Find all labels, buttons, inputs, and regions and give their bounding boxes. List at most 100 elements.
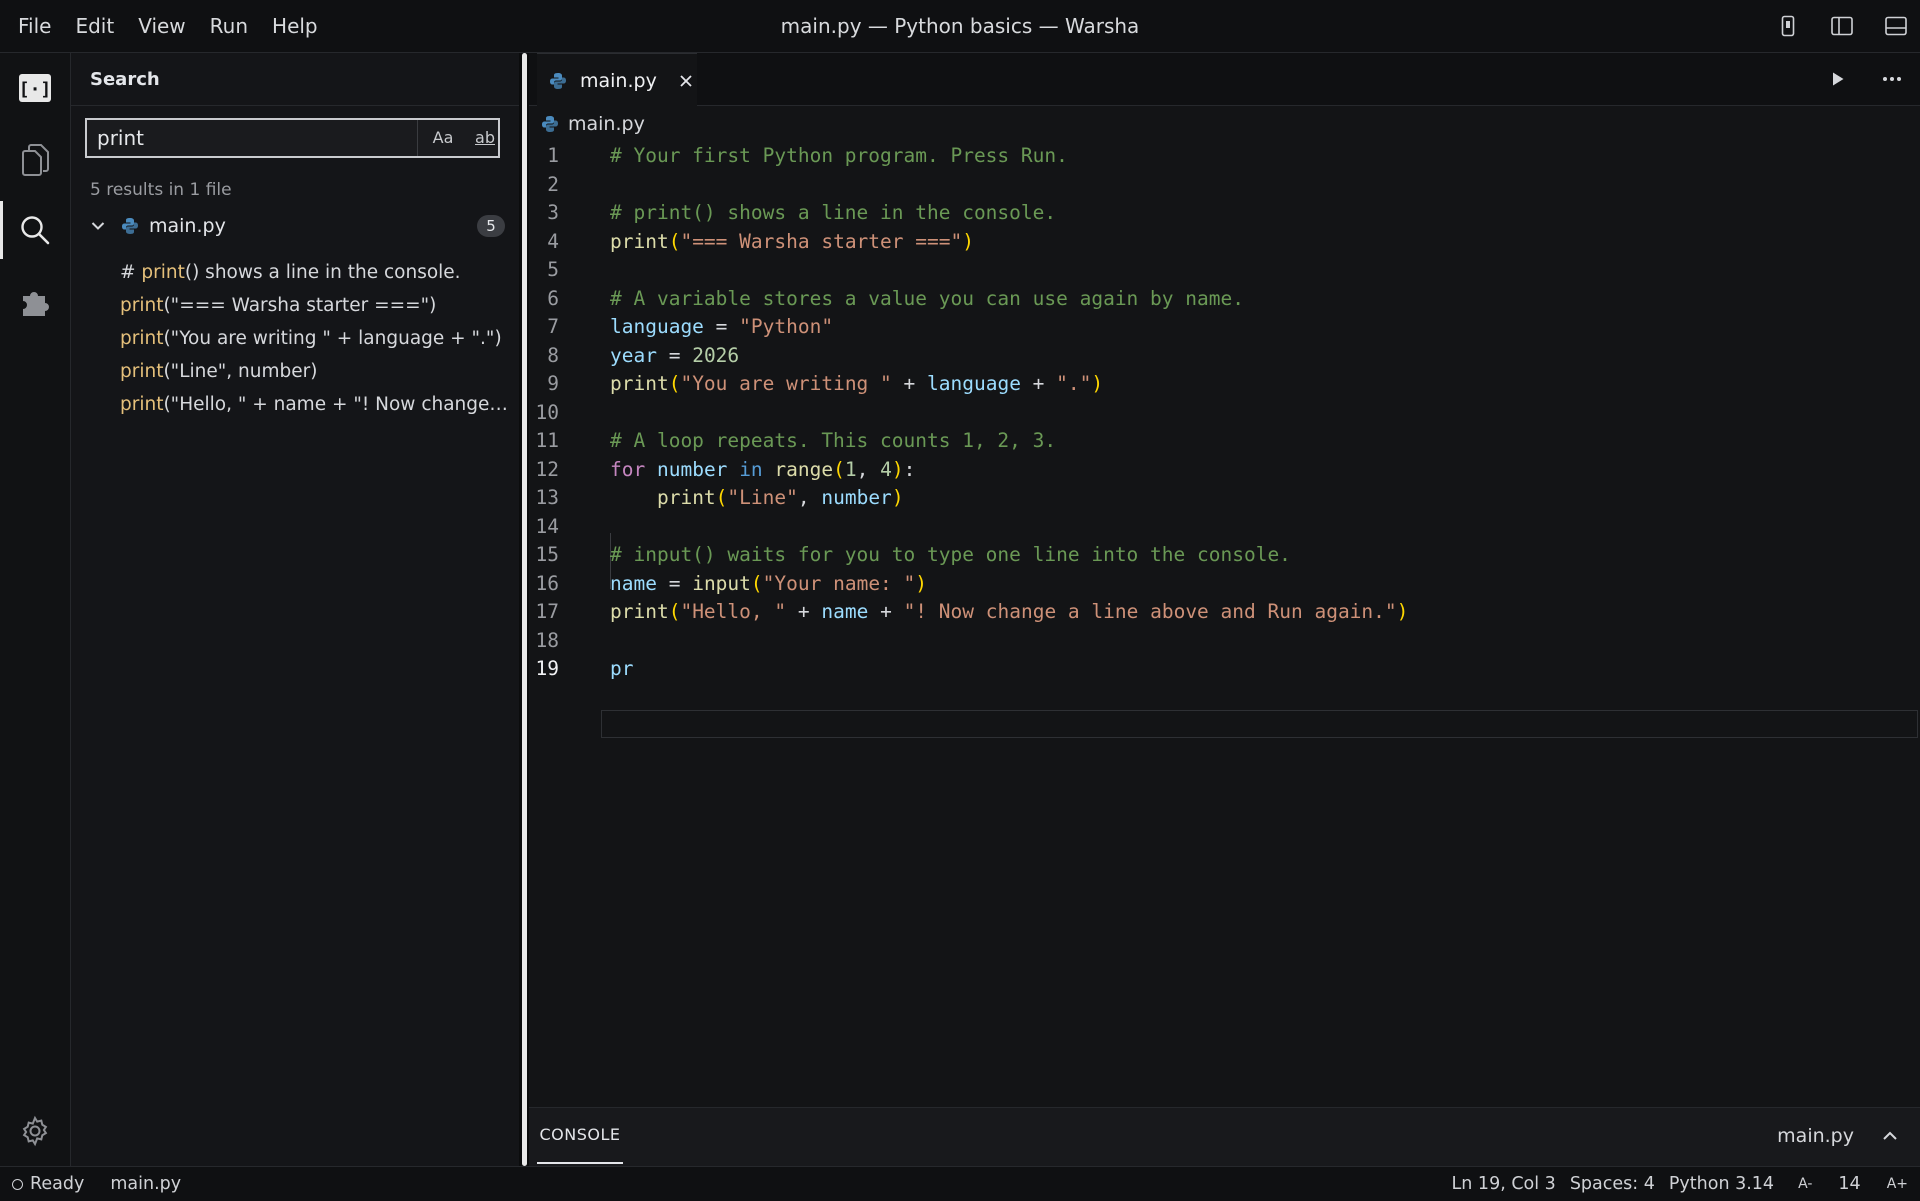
code-token: ( — [715, 486, 728, 509]
search-sidebar: Search Aa ab 5 results in 1 file main.py… — [71, 53, 519, 1166]
font-decrease-button[interactable]: A- — [1798, 1176, 1812, 1192]
explorer-button[interactable] — [0, 125, 70, 195]
code-text: print("Line", number) — [610, 484, 904, 513]
code-line[interactable]: 2 — [529, 171, 1920, 200]
brand-logo-button[interactable]: [·] — [0, 53, 70, 123]
cursor-position[interactable]: Ln 19, Col 3 — [1452, 1174, 1556, 1194]
breadcrumb[interactable]: main.py — [537, 109, 645, 139]
sidebar-title: Search — [90, 69, 160, 90]
activity-bar: [·] — [0, 53, 71, 1166]
code-text: # print() shows a line in the console. — [610, 199, 1056, 228]
menu-edit[interactable]: Edit — [63, 14, 126, 38]
code-text: name = input("Your name: ") — [610, 570, 927, 599]
match-text-after: ("=== Warsha starter ===") — [163, 295, 437, 316]
code-line[interactable]: 4 print("=== Warsha starter ===") — [529, 228, 1920, 257]
panel-layout-icon — [1885, 16, 1907, 36]
code-line[interactable]: 3 # print() shows a line in the console. — [529, 199, 1920, 228]
code-token: language — [927, 372, 1021, 395]
code-token: name — [821, 600, 869, 623]
language-version[interactable]: Python 3.14 — [1669, 1174, 1774, 1194]
results-summary: 5 results in 1 file — [90, 180, 232, 200]
code-line[interactable]: 9 print("You are writing " + language + "… — [529, 370, 1920, 399]
settings-button[interactable] — [0, 1096, 70, 1166]
status-left: Ready main.py — [12, 1167, 181, 1201]
code-line[interactable]: 5 — [529, 256, 1920, 285]
line-number: 3 — [547, 201, 559, 224]
indentation-setting[interactable]: Spaces: 4 — [1570, 1174, 1655, 1194]
code-token: , — [856, 457, 881, 481]
menu-help[interactable]: Help — [260, 14, 330, 38]
search-result-item[interactable]: # print() shows a line in the console. — [120, 258, 512, 288]
tab-main-py[interactable]: main.py — [537, 53, 697, 107]
code-token: "=== Warsha starter ===" — [680, 229, 963, 253]
font-increase-button[interactable]: A+ — [1887, 1176, 1908, 1192]
code-line[interactable]: 17 print("Hello, " + name + "! Now change… — [529, 598, 1920, 627]
code-line[interactable]: 6 # A variable stores a value you can use… — [529, 285, 1920, 314]
match-text-after: ("Line", number) — [163, 361, 318, 382]
search-result-item[interactable]: print("Line", number) — [120, 357, 512, 387]
code-line[interactable]: 1 # Your first Python program. Press Run. — [529, 142, 1920, 171]
result-file-row[interactable]: main.py 5 — [85, 211, 505, 241]
match-case-toggle[interactable]: Aa — [423, 120, 463, 156]
chevron-down-icon[interactable] — [87, 215, 109, 237]
svg-text:[·]: [·] — [19, 79, 52, 100]
code-text: # A variable stores a value you can use … — [610, 285, 1244, 314]
current-line-highlight — [601, 710, 1918, 738]
menu-run[interactable]: Run — [198, 14, 260, 38]
code-token: + — [868, 600, 904, 623]
code-line[interactable]: 13 print("Line", number) — [529, 484, 1920, 513]
run-button[interactable] — [1824, 65, 1852, 93]
code-token: ( — [750, 571, 763, 595]
sidebar-resize-handle[interactable] — [522, 53, 527, 1166]
search-view-button[interactable] — [0, 195, 70, 265]
code-token: print — [610, 372, 669, 395]
code-token: = — [703, 315, 740, 338]
files-icon — [22, 144, 49, 176]
code-line[interactable]: 18 — [529, 627, 1920, 656]
code-token: ( — [668, 372, 681, 395]
console-file-label: main.py — [1777, 1125, 1854, 1147]
code-line[interactable]: 19 pr — [529, 655, 1920, 684]
menu-file[interactable]: File — [6, 14, 63, 38]
result-file-name: main.py — [149, 215, 226, 237]
code-token: in — [739, 457, 763, 481]
phone-preview-button[interactable] — [1774, 12, 1802, 40]
code-line[interactable]: 11 # A loop repeats. This counts 1, 2, 3. — [529, 427, 1920, 456]
line-number: 16 — [535, 571, 559, 595]
search-input[interactable] — [87, 120, 418, 156]
toggle-panel-button[interactable] — [1882, 12, 1910, 40]
chevron-up-icon[interactable] — [1878, 1124, 1902, 1148]
search-result-item[interactable]: print("You are writing " + language + ".… — [120, 324, 512, 354]
code-line[interactable]: 8 year = 2026 — [529, 342, 1920, 371]
play-icon — [1833, 72, 1844, 86]
code-line[interactable]: 7 language = "Python" — [529, 313, 1920, 342]
code-line[interactable]: 10 — [529, 399, 1920, 428]
status-file[interactable]: main.py — [110, 1174, 181, 1194]
tab-console[interactable]: CONSOLE — [537, 1108, 623, 1164]
code-token: name — [610, 571, 657, 595]
code-token: print — [610, 600, 669, 623]
toggle-sidebar-button[interactable] — [1828, 12, 1856, 40]
close-icon[interactable] — [677, 72, 695, 90]
code-token: ) — [915, 571, 928, 595]
more-actions-button[interactable] — [1878, 65, 1906, 93]
search-result-item[interactable]: print("Hello, " + name + "! Now change a… — [120, 390, 512, 420]
code-token: input — [692, 571, 751, 595]
ellipsis-icon — [1883, 77, 1901, 81]
match-highlight: print — [141, 262, 185, 283]
match-highlight: print — [120, 361, 164, 382]
code-token: ( — [833, 457, 845, 481]
extensions-button[interactable] — [0, 267, 70, 337]
whole-word-toggle[interactable]: ab — [465, 120, 505, 156]
code-line[interactable]: 14 — [529, 513, 1920, 542]
code-line[interactable]: 15 # input() waits for you to type one li… — [529, 541, 1920, 570]
code-line[interactable]: 12 for number in range(1, 4): — [529, 456, 1920, 485]
code-token: pr — [610, 657, 634, 680]
menu-view[interactable]: View — [126, 14, 197, 38]
match-text-after: ("You are writing " + language + ".") — [163, 328, 502, 349]
code-token: language — [610, 315, 704, 338]
code-text: language = "Python" — [610, 313, 833, 342]
code-line[interactable]: 16 name = input("Your name: ") — [529, 570, 1920, 599]
search-result-item[interactable]: print("=== Warsha starter ===") — [120, 291, 512, 321]
